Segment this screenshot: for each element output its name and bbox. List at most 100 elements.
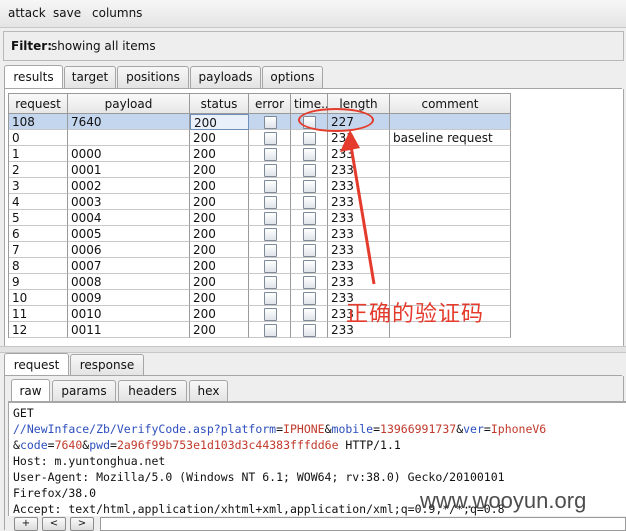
raw-line-host: Host: m.yuntonghua.net — [13, 454, 166, 468]
table-row[interactable]: 5 0004 200 233 — [9, 210, 511, 226]
cell-payload: 0007 — [68, 258, 190, 274]
cell-comment — [390, 146, 511, 162]
cell-comment — [390, 226, 511, 242]
header-request[interactable]: request — [9, 94, 68, 114]
tab-results[interactable]: results — [4, 65, 63, 89]
cell-error — [249, 130, 291, 146]
raw-line-user-agent-cont: Firefox/38.0 — [13, 486, 97, 500]
cell-status: 200 — [190, 274, 249, 290]
table-row[interactable]: 7 0006 200 233 — [9, 242, 511, 258]
header-status[interactable]: status — [190, 94, 249, 114]
tab-hex[interactable]: hex — [189, 380, 228, 402]
cell-timeout — [291, 130, 328, 146]
raw-token: pwd — [89, 438, 110, 452]
raw-token: = — [483, 422, 491, 436]
cell-comment — [390, 114, 511, 130]
header-comment[interactable]: comment — [390, 94, 511, 114]
error-checkbox — [263, 260, 277, 273]
raw-token: HTTP/1.1 — [338, 438, 401, 452]
table-row[interactable]: 6 0005 200 233 — [9, 226, 511, 242]
raw-token: = — [373, 422, 381, 436]
table-header: request payload status error time... len… — [9, 94, 511, 114]
cell-payload: 0001 — [68, 162, 190, 178]
cell-error — [249, 322, 291, 338]
filter-label: Filter: — [11, 39, 53, 53]
prev-button[interactable]: < — [42, 517, 66, 531]
cell-timeout — [291, 226, 328, 242]
tab-params[interactable]: params — [52, 380, 116, 402]
cell-status: 200 — [190, 162, 249, 178]
header-payload[interactable]: payload — [68, 94, 190, 114]
error-checkbox — [263, 212, 277, 225]
next-button[interactable]: > — [70, 517, 94, 531]
cell-error — [249, 162, 291, 178]
table-row[interactable]: 8 0007 200 233 — [9, 258, 511, 274]
cell-payload: 0003 — [68, 194, 190, 210]
cell-comment — [390, 194, 511, 210]
tab-request[interactable]: request — [4, 353, 69, 377]
pane-splitter[interactable] — [0, 346, 626, 353]
cell-payload: 0004 — [68, 210, 190, 226]
menu-columns[interactable]: columns — [92, 6, 142, 20]
filter-bar[interactable]: Filter: showing all items — [3, 31, 624, 61]
cell-timeout — [291, 242, 328, 258]
cell-payload: 0008 — [68, 274, 190, 290]
timeout-checkbox — [303, 308, 316, 321]
menu-save[interactable]: save — [53, 6, 81, 20]
timeout-checkbox — [303, 292, 316, 305]
error-checkbox — [263, 132, 277, 145]
error-checkbox — [263, 292, 277, 305]
cell-status: 200 — [190, 322, 249, 338]
cell-error — [249, 226, 291, 242]
tab-headers[interactable]: headers — [118, 380, 187, 402]
tab-response[interactable]: response — [70, 354, 144, 376]
error-checkbox — [263, 228, 277, 241]
search-input[interactable] — [100, 517, 626, 531]
raw-token: 2a96f99b753e1d103d3c44383fffdd6e — [116, 438, 339, 452]
cell-timeout — [291, 290, 328, 306]
menu-attack[interactable]: attack — [8, 6, 46, 20]
cell-timeout — [291, 322, 328, 338]
table-row[interactable]: 2 0001 200 233 — [9, 162, 511, 178]
cell-error — [249, 290, 291, 306]
error-checkbox — [263, 116, 277, 129]
cell-timeout — [291, 162, 328, 178]
help-button[interactable]: + — [14, 517, 38, 531]
cell-comment — [390, 258, 511, 274]
cell-timeout — [291, 306, 328, 322]
cell-request: 7 — [9, 242, 68, 258]
cell-request: 4 — [9, 194, 68, 210]
tab-options[interactable]: options — [262, 66, 323, 88]
header-error[interactable]: error — [249, 94, 291, 114]
cell-payload: 0005 — [68, 226, 190, 242]
cell-payload — [68, 130, 190, 146]
cell-request: 5 — [9, 210, 68, 226]
cell-status: 200 — [190, 130, 249, 146]
timeout-checkbox — [303, 180, 316, 193]
cell-status: 200 — [190, 114, 249, 130]
raw-token: & — [324, 422, 332, 436]
table-row[interactable]: 4 0003 200 233 — [9, 194, 511, 210]
table-row[interactable]: 3 0002 200 233 — [9, 178, 511, 194]
tab-payloads[interactable]: payloads — [190, 66, 261, 88]
table-row[interactable]: 108 7640 200 227 — [9, 114, 511, 130]
cell-payload: 0009 — [68, 290, 190, 306]
cell-status: 200 — [190, 194, 249, 210]
tab-positions[interactable]: positions — [117, 66, 189, 88]
cell-error — [249, 114, 291, 130]
tab-target[interactable]: target — [64, 66, 116, 88]
cell-status: 200 — [190, 242, 249, 258]
tab-raw[interactable]: raw — [11, 379, 50, 403]
cell-payload: 0011 — [68, 322, 190, 338]
cell-status: 200 — [190, 306, 249, 322]
cell-comment: baseline request — [390, 130, 511, 146]
timeout-checkbox — [303, 196, 316, 209]
cell-request: 1 — [9, 146, 68, 162]
error-checkbox — [263, 196, 277, 209]
cell-error — [249, 274, 291, 290]
error-checkbox — [263, 324, 277, 337]
table-row[interactable]: 1 0000 200 233 — [9, 146, 511, 162]
cell-request: 2 — [9, 162, 68, 178]
table-row[interactable]: 0 200 233 baseline request — [9, 130, 511, 146]
table-row[interactable]: 9 0008 200 233 — [9, 274, 511, 290]
